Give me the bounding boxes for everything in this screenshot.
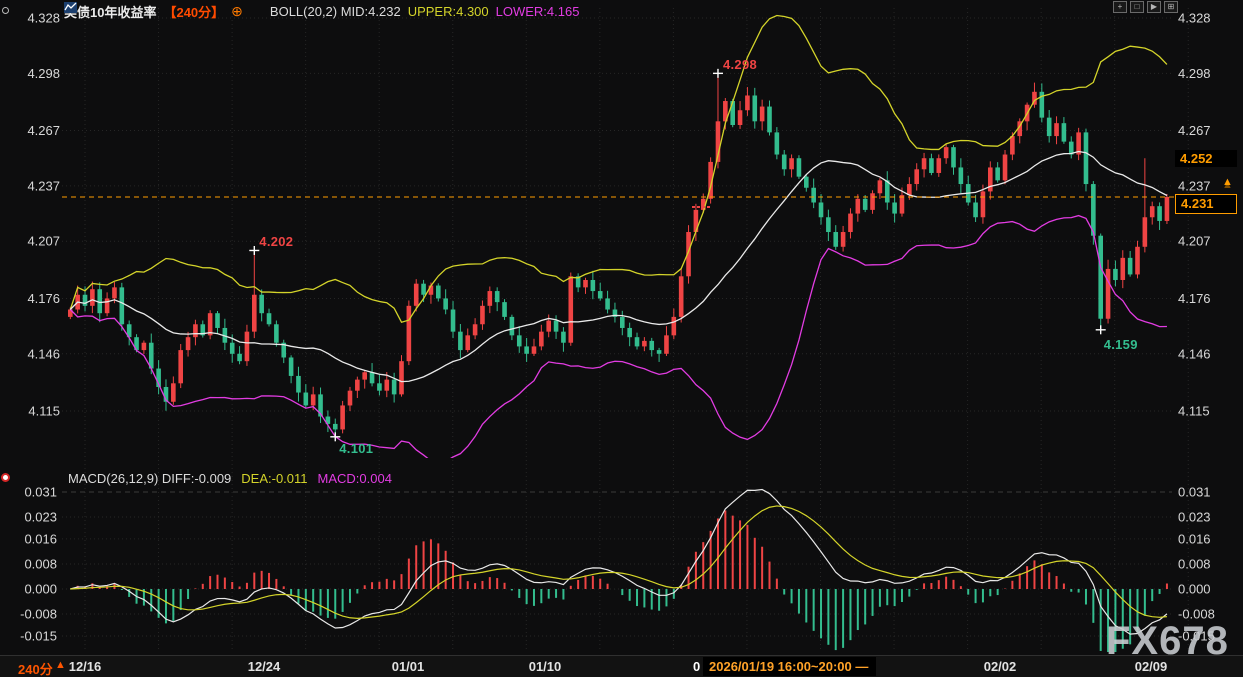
x-axis-label: 02/02 — [984, 659, 1017, 674]
y-axis-tick: 0.023 — [24, 510, 57, 525]
y-axis-tick: 0.000 — [1178, 582, 1211, 597]
y-axis-tick: 0.008 — [1178, 556, 1211, 571]
footer-interval-label[interactable]: 240分 — [18, 659, 53, 677]
price-up-arrow-icon: ▲ — [1222, 177, 1233, 187]
x-axis-label: 02/09 — [1135, 659, 1168, 674]
tooltip-prefix: 0 — [693, 659, 700, 674]
boll-upper-line — [70, 16, 1167, 323]
y-axis-tick: 4.146 — [27, 346, 60, 361]
macd-value-label: MACD:0.004 — [318, 471, 392, 486]
y-axis-tick: -0.008 — [20, 607, 57, 622]
price-annotation-high: 4.202 — [259, 234, 293, 249]
grid-layer — [62, 8, 1188, 652]
x-axis-label: 12/16 — [69, 659, 102, 674]
macd-layer — [70, 490, 1167, 657]
macd-diff-label: MACD(26,12,9) DIFF:-0.009 — [68, 471, 231, 486]
y-axis-tick: 0.000 — [24, 582, 57, 597]
current-price-badge: 4.231 — [1175, 194, 1237, 214]
y-axis-tick: 4.328 — [27, 11, 60, 26]
x-axis-bar: 240分 ▲ 12/1612/2401/0101/1002/0202/09 0 … — [0, 655, 1243, 677]
y-axis-tick: 0.016 — [1178, 531, 1211, 546]
y-axis-tick: 0.023 — [1178, 510, 1211, 525]
chart-header: 美债10年收益率 【240分】 ⊕ BOLL(20,2) MID:4.232 U… — [64, 2, 579, 21]
candles-layer — [68, 16, 1169, 463]
interval-tag: 【240分】 — [163, 2, 224, 21]
y-axis-tick: 4.237 — [1178, 178, 1211, 193]
macd-dea-line — [70, 506, 1167, 618]
y-axis-tick: 4.115 — [1178, 403, 1210, 418]
instrument-title: 美债10年收益率 — [64, 2, 156, 21]
macd-dea-label: DEA:-0.011 — [241, 471, 307, 486]
y-axis-tick: 4.146 — [1178, 346, 1211, 361]
macd-pane-marker-icon[interactable] — [1, 473, 10, 482]
hover-time-tooltip: 2026/01/19 16:00~20:00 — — [703, 657, 876, 676]
chart-window: 4.328 4.328 4.298 4.298 4.267 4.267 4.237 4.237… — [0, 0, 1243, 677]
y-axis-tick: 0.031 — [1178, 484, 1211, 499]
y-axis-tick: -0.015 — [20, 628, 57, 643]
y-axis-tick: 4.176 — [27, 291, 60, 306]
popout-tool-icon[interactable]: ⊞ — [1164, 1, 1178, 13]
boll-upper-label: UPPER:4.300 — [408, 4, 489, 19]
macd-diff-line — [70, 490, 1167, 635]
x-axis-label: 01/01 — [392, 659, 425, 674]
y-axis-tick: 4.115 — [28, 403, 60, 418]
y-axis-tick: 0.016 — [24, 531, 57, 546]
y-axis-tick: 4.267 — [1178, 123, 1211, 138]
x-axis-label: 01/10 — [529, 659, 562, 674]
footer-up-arrow-icon[interactable]: ▲ — [55, 659, 66, 671]
crosshair-tool-icon[interactable]: + — [1113, 1, 1127, 13]
price-annotation-high: 4.298 — [723, 57, 757, 72]
zoom-area-tool-icon[interactable]: □ — [1130, 1, 1144, 13]
y-axis-tick: 4.237 — [27, 178, 60, 193]
y-axis-tick: 4.267 — [27, 123, 60, 138]
y-axis-tick: 4.328 — [1178, 11, 1211, 26]
price-annotation-low: 4.159 — [1104, 337, 1138, 352]
y-axis-tick: 0.008 — [24, 556, 57, 571]
session-high-price-badge: 4.252 — [1175, 150, 1237, 167]
price-annotation-low: 4.101 — [339, 441, 373, 456]
chart-toolbar: + □ ▶ ⊞ — [1113, 1, 1178, 13]
y-axis-tick: 4.207 — [1178, 234, 1211, 249]
y-axis-tick: 4.298 — [27, 66, 60, 81]
boll-lower-label: LOWER:4.165 — [496, 4, 580, 19]
left-edge-ring-icon[interactable] — [2, 7, 9, 14]
mini-chart-icon[interactable] — [250, 6, 263, 17]
y-axis-tick: 0.031 — [24, 484, 57, 499]
playback-tool-icon[interactable]: ▶ — [1147, 1, 1161, 13]
y-axis-tick: 4.298 — [1178, 66, 1211, 81]
circle-plus-icon[interactable]: ⊕ — [231, 3, 243, 20]
y-axis-tick: 4.176 — [1178, 291, 1211, 306]
x-axis-label: 12/24 — [248, 659, 281, 674]
macd-header: MACD(26,12,9) DIFF:-0.009 DEA:-0.011 MAC… — [68, 471, 392, 486]
y-axis-tick: 4.207 — [27, 234, 60, 249]
chart-canvas[interactable]: 4.328 4.328 4.298 4.298 4.267 4.267 4.237 4.237… — [0, 0, 1243, 677]
boll-mid-label: BOLL(20,2) MID:4.232 — [270, 4, 401, 19]
